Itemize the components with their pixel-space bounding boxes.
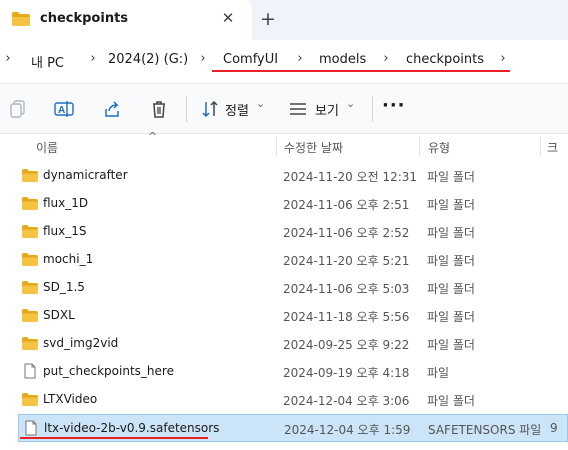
breadcrumb-item-checkpoints[interactable]: checkpoints	[406, 52, 484, 67]
breadcrumb-item-drive[interactable]: 2024(2) (G:)	[108, 52, 188, 67]
close-tab-icon[interactable]: ✕	[219, 9, 237, 27]
list-item[interactable]: SD_1.5 2024-11-06 오후 5:03 파일 폴더	[18, 274, 568, 302]
breadcrumb-expand-icon[interactable]: ›	[2, 51, 14, 66]
more-options-button[interactable]: ···	[382, 95, 406, 116]
file-name: flux_1D	[43, 196, 89, 210]
file-date: 2024-11-18 오후 5:56	[283, 310, 410, 324]
folder-icon	[22, 309, 38, 322]
file-name: put_checkpoints_here	[43, 364, 174, 378]
chevron-right-icon[interactable]: ›	[197, 51, 209, 66]
file-date: 2024-09-25 오후 9:22	[283, 338, 410, 352]
file-date: 2024-11-20 오후 5:21	[283, 254, 410, 268]
breadcrumb-item-models[interactable]: models	[319, 52, 366, 67]
copy-icon[interactable]	[8, 99, 28, 119]
file-name: SDXL	[43, 308, 75, 322]
column-divider[interactable]	[540, 136, 541, 156]
svg-text:A: A	[58, 105, 65, 116]
chevron-right-icon[interactable]: ›	[497, 51, 509, 66]
toolbar-divider	[186, 96, 187, 122]
list-item[interactable]: SDXL 2024-11-18 오후 5:56 파일 폴더	[18, 302, 568, 330]
sort-button[interactable]: 정렬	[225, 100, 249, 119]
file-type: 파일 폴더	[427, 254, 475, 268]
chevron-down-icon[interactable]: ⌄	[256, 97, 265, 110]
file-name: mochi_1	[43, 252, 94, 266]
file-type: SAFETENSORS 파일	[428, 423, 542, 437]
file-name: flux_1S	[43, 224, 87, 238]
file-type: 파일 폴더	[427, 170, 475, 184]
folder-icon	[22, 393, 38, 406]
file-date: 2024-09-19 오후 4:18	[283, 366, 410, 380]
column-header-size[interactable]: 크	[547, 139, 558, 156]
column-header-name[interactable]: 이름	[36, 139, 58, 156]
path-highlight-underline	[212, 70, 510, 72]
file-type: 파일	[427, 366, 450, 380]
folder-icon	[22, 169, 38, 182]
breadcrumb-item-this-pc[interactable]: 내 PC	[31, 52, 64, 71]
folder-icon	[22, 337, 38, 350]
file-type: 파일 폴더	[427, 198, 475, 212]
file-type: 파일 폴더	[427, 394, 475, 408]
list-item[interactable]: put_checkpoints_here 2024-09-19 오후 4:18 …	[18, 358, 568, 386]
column-header-type[interactable]: 유형	[428, 139, 450, 156]
sort-icon[interactable]	[200, 99, 220, 119]
column-headers: ^ 이름 수정한 날짜 유형 크	[0, 130, 568, 158]
list-item[interactable]: flux_1S 2024-11-06 오후 2:52 파일 폴더	[18, 218, 568, 246]
file-size: 9	[550, 421, 558, 435]
command-bar: A 정렬 ⌄ 보기 ⌄ ···	[0, 84, 568, 134]
folder-icon	[22, 281, 38, 294]
list-item[interactable]: dynamicrafter 2024-11-20 오전 12:31 파일 폴더	[18, 162, 568, 190]
list-item[interactable]: LTXVideo 2024-12-04 오후 3:06 파일 폴더	[18, 386, 568, 414]
file-name: dynamicrafter	[43, 168, 128, 182]
column-divider[interactable]	[419, 136, 420, 156]
file-name: SD_1.5	[43, 280, 85, 294]
tab-checkpoints[interactable]: checkpoints ✕	[0, 0, 252, 40]
file-date: 2024-11-06 오후 2:51	[283, 198, 410, 212]
share-icon[interactable]	[102, 99, 122, 119]
view-button[interactable]: 보기	[315, 100, 339, 119]
column-divider[interactable]	[276, 136, 277, 156]
file-highlight-underline	[20, 437, 208, 439]
list-item[interactable]: flux_1D 2024-11-06 오후 2:51 파일 폴더	[18, 190, 568, 218]
file-date: 2024-11-06 오후 5:03	[283, 282, 410, 296]
list-item[interactable]: svd_img2vid 2024-09-25 오후 9:22 파일 폴더	[18, 330, 568, 358]
rename-icon[interactable]: A	[54, 99, 74, 119]
column-header-date[interactable]: 수정한 날짜	[284, 139, 343, 156]
title-bar: checkpoints ✕ +	[0, 0, 568, 40]
file-type: 파일 폴더	[427, 282, 475, 296]
file-type: 파일 폴더	[427, 310, 475, 324]
tab-title: checkpoints	[40, 11, 129, 26]
file-date: 2024-11-20 오전 12:31	[283, 170, 418, 184]
sort-ascending-icon: ^	[148, 130, 158, 143]
file-type: 파일 폴더	[427, 338, 475, 352]
chevron-right-icon[interactable]: ›	[294, 51, 306, 66]
file-name: ltx-video-2b-v0.9.safetensors	[44, 421, 220, 435]
file-date: 2024-12-04 오후 3:06	[283, 394, 410, 408]
folder-icon	[22, 197, 38, 210]
file-icon	[24, 363, 36, 379]
delete-icon[interactable]	[149, 99, 169, 119]
new-tab-button[interactable]: +	[258, 8, 278, 30]
breadcrumb: › 내 PC › 2024(2) (G:) › ComfyUI › models…	[0, 40, 568, 84]
chevron-right-icon[interactable]: ›	[380, 51, 392, 66]
file-type: 파일 폴더	[427, 226, 475, 240]
file-name: LTXVideo	[43, 392, 98, 406]
file-date: 2024-11-06 오후 2:52	[283, 226, 410, 240]
file-name: svd_img2vid	[43, 336, 119, 350]
chevron-down-icon[interactable]: ⌄	[346, 97, 355, 110]
file-date: 2024-12-04 오후 1:59	[284, 423, 411, 437]
toolbar-divider	[372, 96, 373, 122]
file-icon	[25, 420, 37, 436]
folder-icon	[22, 253, 38, 266]
breadcrumb-item-comfyui[interactable]: ComfyUI	[223, 52, 278, 67]
folder-icon	[12, 12, 30, 26]
chevron-right-icon[interactable]: ›	[87, 51, 99, 66]
folder-icon	[22, 225, 38, 238]
view-icon[interactable]	[288, 99, 308, 119]
list-item[interactable]: mochi_1 2024-11-20 오후 5:21 파일 폴더	[18, 246, 568, 274]
